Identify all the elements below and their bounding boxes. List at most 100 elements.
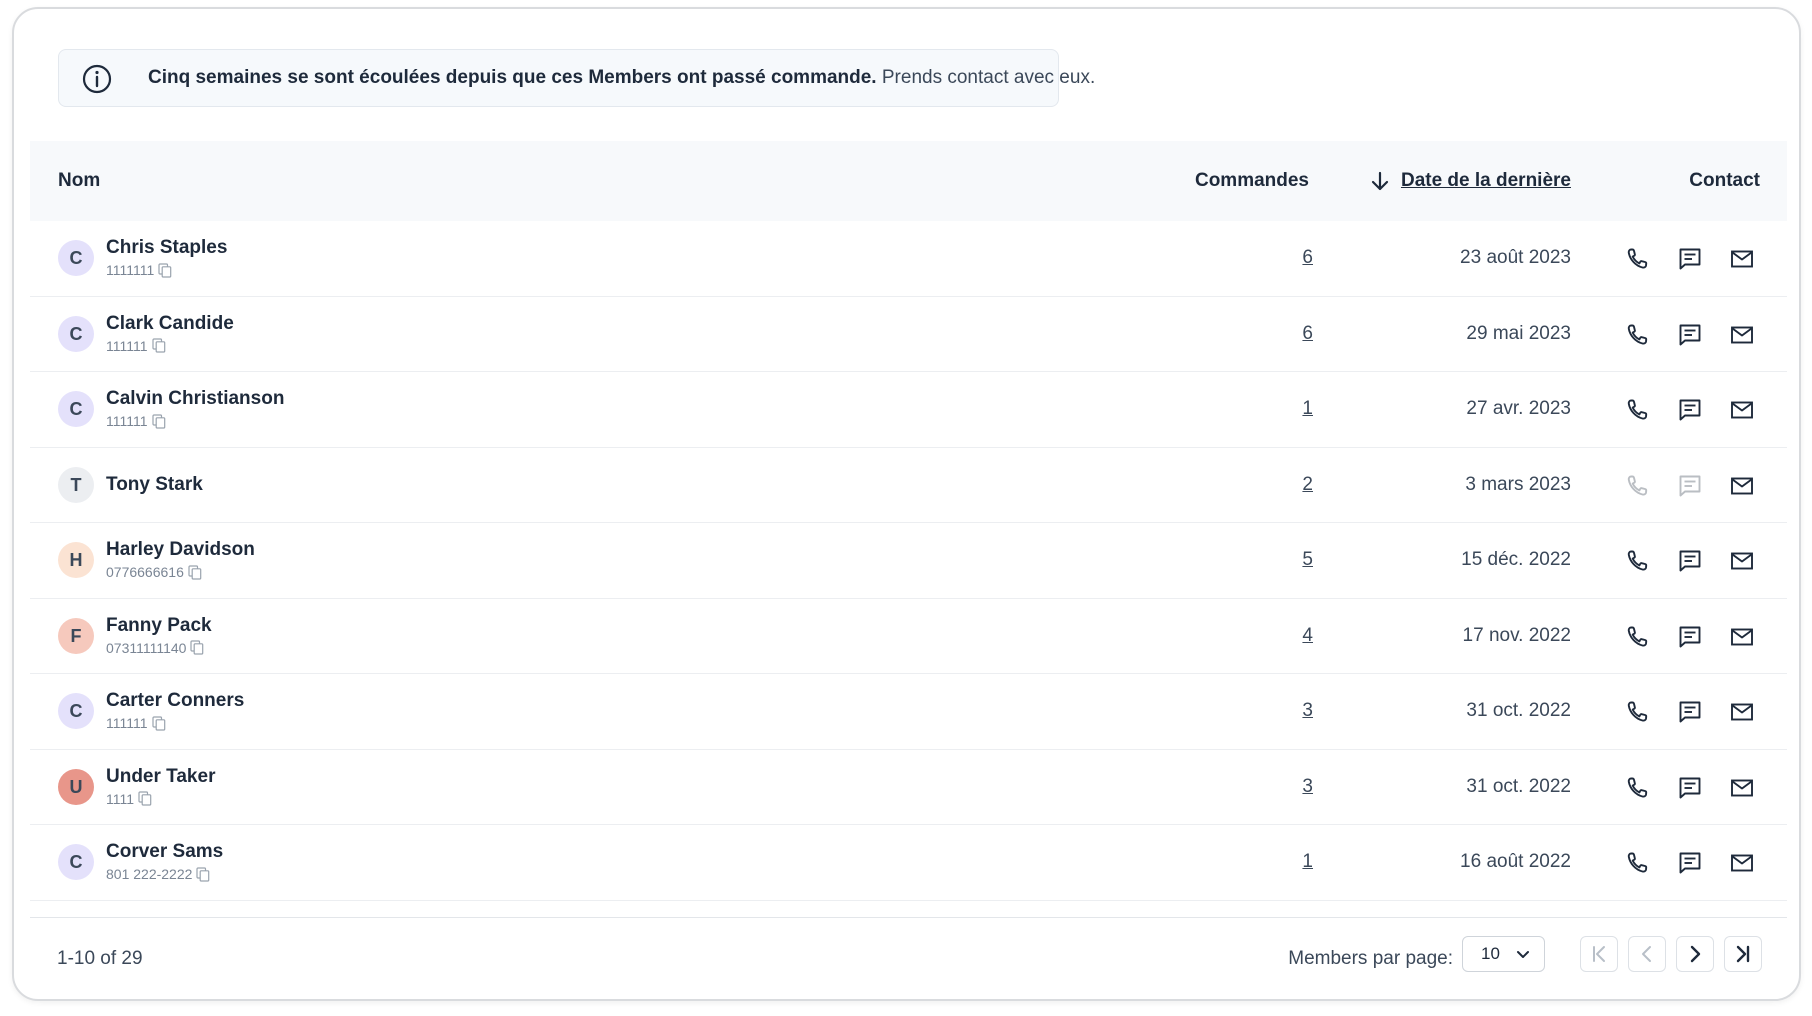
avatar: F (58, 617, 94, 654)
table-row[interactable]: C Clark Candide 111111 6 29 mai 2023 (30, 297, 1787, 372)
info-icon (82, 64, 112, 94)
avatar: T (58, 466, 94, 503)
per-page-label: Members par page: (1288, 948, 1453, 969)
member-info: Harley Davidson 0776666616 (106, 539, 255, 580)
phone-icon[interactable] (1624, 775, 1650, 801)
orders-count-link[interactable]: 3 (1302, 750, 1313, 824)
table-row[interactable]: C Chris Staples 1111111 6 23 août 2023 (30, 221, 1787, 297)
member-id: 111111 (106, 413, 284, 429)
avatar: C (58, 315, 94, 352)
members-table: Nom Commandes Date de la dernière Contac… (30, 141, 1787, 901)
member-name[interactable]: Harley Davidson (106, 539, 255, 561)
mail-icon[interactable] (1729, 624, 1755, 650)
orders-count-link[interactable]: 2 (1302, 448, 1313, 522)
last-page-button[interactable] (1724, 936, 1762, 972)
member-id-text: 801 222-2222 (106, 866, 193, 882)
phone-icon[interactable] (1624, 850, 1650, 876)
mail-icon[interactable] (1729, 473, 1755, 499)
message-icon[interactable] (1677, 850, 1703, 876)
phone-icon[interactable] (1624, 548, 1650, 574)
avatar: C (58, 391, 94, 427)
first-page-button[interactable] (1580, 936, 1618, 972)
header-last-date[interactable]: Date de la dernière (1369, 141, 1571, 221)
copy-icon[interactable] (196, 866, 210, 882)
sort-by-date-link[interactable]: Date de la dernière (1401, 141, 1571, 221)
message-icon[interactable] (1677, 397, 1703, 423)
table-row[interactable]: H Harley Davidson 0776666616 5 15 déc. 2022 (30, 523, 1787, 599)
message-icon[interactable] (1677, 699, 1703, 725)
message-icon[interactable] (1677, 246, 1703, 272)
copy-icon[interactable] (190, 640, 204, 655)
table-row[interactable]: C Carter Conners 111111 3 31 oct. 2022 (30, 674, 1787, 750)
last-order-date: 31 oct. 2022 (1466, 700, 1571, 721)
orders-count-link[interactable]: 6 (1302, 297, 1313, 371)
member-name[interactable]: Corver Sams (106, 841, 223, 863)
mail-icon[interactable] (1729, 322, 1755, 348)
mail-icon[interactable] (1729, 397, 1755, 423)
orders-count-link[interactable]: 3 (1302, 674, 1313, 748)
previous-page-button[interactable] (1628, 936, 1666, 972)
per-page-value: 10 (1481, 944, 1500, 963)
phone-icon[interactable] (1624, 246, 1650, 272)
mail-icon[interactable] (1729, 246, 1755, 272)
member-info: Corver Sams 801 222-2222 (106, 841, 223, 882)
member-info: Under Taker 1111 (106, 766, 215, 807)
phone-icon[interactable] (1624, 397, 1650, 423)
banner-bold-text: Cinq semaines se sont écoulées depuis qu… (148, 67, 877, 88)
member-info: Clark Candide 111111 (106, 313, 234, 354)
mail-icon[interactable] (1729, 699, 1755, 725)
mail-icon[interactable] (1729, 548, 1755, 574)
member-id: 1111111 (106, 262, 227, 278)
member-name[interactable]: Chris Staples (106, 237, 227, 259)
copy-icon[interactable] (158, 262, 172, 278)
phone-icon[interactable] (1624, 699, 1650, 725)
orders-count-link[interactable]: 1 (1302, 372, 1313, 446)
member-name[interactable]: Carter Conners (106, 690, 244, 712)
member-id-text: 111111 (106, 337, 148, 354)
orders-count-link[interactable]: 5 (1302, 523, 1313, 597)
member-name[interactable]: Tony Stark (106, 474, 203, 496)
orders-count-link[interactable]: 6 (1302, 221, 1313, 295)
copy-icon[interactable] (138, 791, 152, 806)
table-row[interactable]: C Corver Sams 801 222-2222 1 16 août 2022 (30, 825, 1787, 901)
member-name[interactable]: Clark Candide (106, 313, 234, 335)
message-icon[interactable] (1677, 548, 1703, 574)
table-row[interactable]: U Under Taker 1111 3 31 oct. 2022 (30, 750, 1787, 825)
table-header: Nom Commandes Date de la dernière Contac… (30, 141, 1787, 221)
message-icon[interactable] (1677, 473, 1703, 499)
copy-icon[interactable] (151, 715, 166, 731)
member-id: 801 222-2222 (106, 866, 223, 882)
member-name[interactable]: Fanny Pack (106, 615, 212, 637)
member-id-text: 0776666616 (106, 564, 184, 580)
last-order-date: 17 nov. 2022 (1462, 624, 1571, 646)
phone-icon[interactable] (1624, 322, 1650, 348)
orders-count-link[interactable]: 4 (1302, 599, 1313, 673)
member-name[interactable]: Calvin Christianson (106, 388, 284, 410)
member-id-text: 1111111 (106, 262, 155, 278)
phone-icon[interactable] (1624, 624, 1650, 650)
mail-icon[interactable] (1729, 850, 1755, 876)
arrow-down-icon (1371, 171, 1389, 191)
message-icon[interactable] (1677, 624, 1703, 650)
copy-icon[interactable] (151, 413, 166, 429)
per-page-select[interactable]: 10 (1462, 936, 1545, 972)
table-row[interactable]: F Fanny Pack 07311111140 4 17 nov. 2022 (30, 599, 1787, 674)
next-page-button[interactable] (1676, 936, 1714, 972)
mail-icon[interactable] (1729, 775, 1755, 801)
member-id: 111111 (106, 715, 244, 731)
copy-icon[interactable] (151, 338, 166, 353)
member-name[interactable]: Under Taker (106, 766, 215, 788)
orders-count-link[interactable]: 1 (1302, 825, 1313, 899)
table-row[interactable]: C Calvin Christianson 111111 1 27 avr. 2023 (30, 372, 1787, 448)
avatar: H (58, 542, 94, 578)
banner-light-text: Prends contact avec eux. (881, 67, 1096, 88)
member-id-text: 07311111140 (106, 639, 187, 656)
message-icon[interactable] (1677, 775, 1703, 801)
last-order-date: 23 août 2023 (1460, 247, 1571, 268)
message-icon[interactable] (1677, 322, 1703, 348)
phone-icon[interactable] (1624, 473, 1650, 499)
header-orders: Commandes (1194, 170, 1309, 191)
copy-icon[interactable] (188, 564, 202, 580)
last-order-date: 16 août 2022 (1460, 851, 1571, 872)
table-row[interactable]: T Tony Stark 2 3 mars 2023 (30, 448, 1787, 523)
